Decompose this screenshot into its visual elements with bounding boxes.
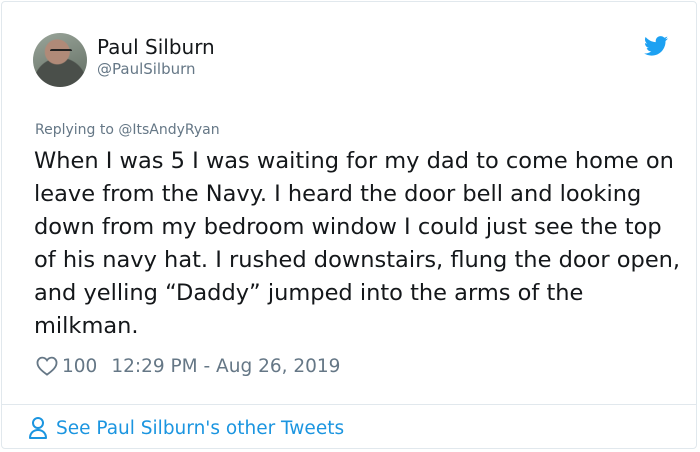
author-handle[interactable]: @PaulSilburn [97, 60, 196, 78]
tweet-timestamp[interactable]: 12:29 PM - Aug 26, 2019 [111, 356, 340, 377]
see-other-tweets-label[interactable]: See Paul Silburn's other Tweets [56, 418, 344, 439]
tweet-card: Paul Silburn @PaulSilburn Replying to @I… [1, 1, 697, 449]
see-other-tweets-link[interactable]: See Paul Silburn's other Tweets [28, 416, 344, 440]
heart-icon[interactable] [36, 356, 58, 376]
avatar[interactable] [33, 33, 87, 87]
divider [2, 404, 696, 405]
author-display-name[interactable]: Paul Silburn [97, 35, 215, 59]
tweet-meta: 100 12:29 PM - Aug 26, 2019 [36, 353, 340, 379]
twitter-bird-icon[interactable] [644, 36, 668, 56]
replying-to[interactable]: Replying to @ItsAndyRyan [35, 122, 220, 138]
avatar-glasses [50, 49, 72, 56]
tweet-text: When I was 5 I was waiting for my dad to… [34, 148, 681, 339]
person-icon [29, 417, 47, 439]
like-count[interactable]: 100 [62, 356, 97, 377]
